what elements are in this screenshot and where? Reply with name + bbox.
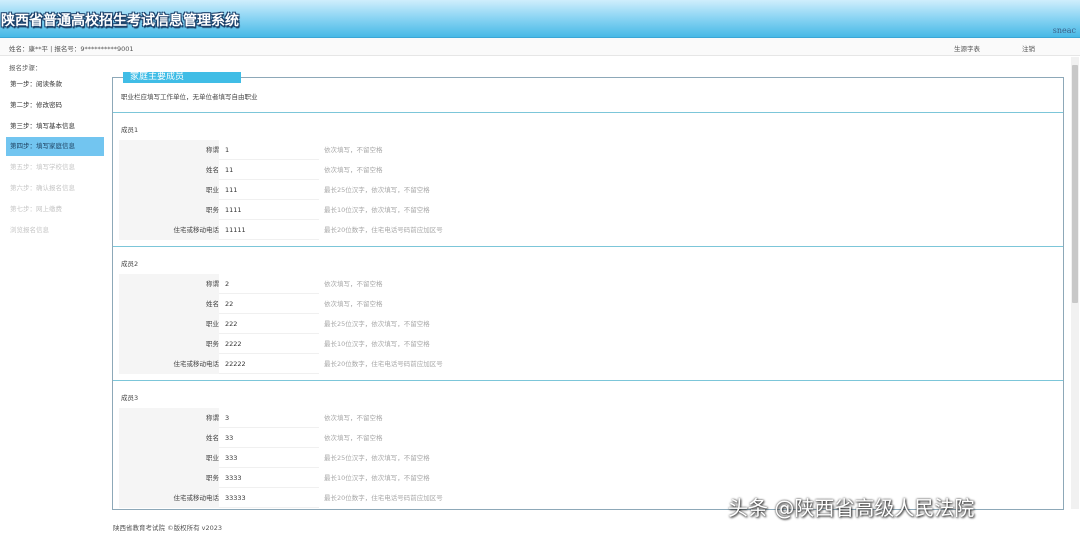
field-row-title: 称谓 3 依次填写，不留空格	[113, 408, 1063, 428]
member3-name-input[interactable]: 33	[219, 428, 319, 448]
field-label: 住宅或移动电话	[119, 488, 219, 508]
field-row-occupation: 职业 222 最长25位汉字，依次填写，不留空格	[113, 314, 1063, 334]
step-family-info[interactable]: 第四步：填写家庭信息	[6, 137, 104, 156]
field-hint: 依次填写，不留空格	[324, 280, 383, 288]
member3-occupation-input[interactable]: 333	[219, 448, 319, 468]
field-row-name: 姓名 33 依次填写，不留空格	[113, 428, 1063, 448]
member2-phone-input[interactable]: 22222	[219, 354, 319, 374]
member-block-2: 成员2 称谓 2 依次填写，不留空格 姓名 22 依次填写，不留空格 职业 22…	[113, 246, 1063, 380]
member3-title-input[interactable]: 3	[219, 408, 319, 428]
field-hint: 依次填写，不留空格	[324, 414, 383, 422]
field-label: 姓名	[119, 428, 219, 448]
field-hint: 最长20位数字，住宅电话号码前应加区号	[324, 226, 443, 234]
field-row-occupation: 职业 333 最长25位汉字，依次填写，不留空格	[113, 448, 1063, 468]
field-label: 职业	[119, 314, 219, 334]
scrollbar-thumb[interactable]	[1072, 65, 1078, 303]
field-hint: 最长10位汉字，依次填写，不留空格	[324, 474, 430, 482]
field-label: 住宅或移动电话	[119, 220, 219, 240]
field-label: 住宅或移动电话	[119, 354, 219, 374]
member3-position-input[interactable]: 3333	[219, 468, 319, 488]
panel-legend: 家庭主要成员	[123, 72, 241, 83]
member2-position-input[interactable]: 2222	[219, 334, 319, 354]
field-hint: 依次填写，不留空格	[324, 146, 383, 154]
field-hint: 依次填写，不留空格	[324, 300, 383, 308]
member-title: 成员3	[121, 394, 139, 402]
field-row-position: 职务 2222 最长10位汉字，依次填写，不留空格	[113, 334, 1063, 354]
field-row-name: 姓名 22 依次填写，不留空格	[113, 294, 1063, 314]
student-list-link[interactable]: 生源字表	[954, 43, 980, 53]
field-row-position: 职务 3333 最长10位汉字，依次填写，不留空格	[113, 468, 1063, 488]
member-title: 成员2	[121, 260, 139, 268]
member1-occupation-input[interactable]: 111	[219, 180, 319, 200]
field-hint: 最长20位数字，住宅电话号码前应加区号	[324, 494, 443, 502]
family-members-panel: 职业栏应填写工作单位，无单位者填写自由职业 成员1 称谓 1 依次填写，不留空格…	[112, 77, 1064, 510]
step-basic-info[interactable]: 第三步：填写基本信息	[6, 117, 104, 136]
member1-name-input[interactable]: 11	[219, 160, 319, 180]
step-online-payment: 第七步：网上缴费	[10, 205, 62, 213]
member2-name-input[interactable]: 22	[219, 294, 319, 314]
field-label: 称谓	[119, 140, 219, 160]
panel-note: 职业栏应填写工作单位，无单位者填写自由职业	[121, 93, 258, 101]
step-school-info: 第五步：填写学校信息	[10, 163, 75, 171]
member-block-3: 成员3 称谓 3 依次填写，不留空格 姓名 33 依次填写，不留空格 职业 33…	[113, 380, 1063, 509]
field-label: 称谓	[119, 274, 219, 294]
logout-link[interactable]: 注销	[1022, 43, 1035, 53]
member-block-1: 成员1 称谓 1 依次填写，不留空格 姓名 11 依次填写，不留空格 职业 11…	[113, 112, 1063, 246]
banner-user-tag: sneac	[1052, 26, 1076, 35]
steps-sidebar: 报名步骤： 第一步：阅读条款 第二步：修改密码 第三步：填写基本信息 第四步：填…	[0, 56, 108, 256]
field-hint: 最长25位汉字，依次填写，不留空格	[324, 186, 430, 194]
step-confirm-info: 第六步：确认报名信息	[10, 184, 75, 192]
user-info-bar: 姓名：康**平 | 报名号：9**********9001 生源字表 注销	[0, 38, 1080, 56]
vertical-scrollbar[interactable]	[1071, 57, 1079, 509]
field-hint: 依次填写，不留空格	[324, 434, 383, 442]
member1-title-input[interactable]: 1	[219, 140, 319, 160]
field-label: 职务	[119, 468, 219, 488]
system-title: 陕西省普通高校招生考试信息管理系统	[1, 13, 239, 29]
field-row-phone: 住宅或移动电话 22222 最长20位数字，住宅电话号码前应加区号	[113, 354, 1063, 374]
field-row-name: 姓名 11 依次填写，不留空格	[113, 160, 1063, 180]
field-hint: 最长25位汉字，依次填写，不留空格	[324, 454, 430, 462]
field-hint: 最长20位数字，住宅电话号码前应加区号	[324, 360, 443, 368]
field-label: 职业	[119, 448, 219, 468]
field-hint: 依次填写，不留空格	[324, 166, 383, 174]
step-read-terms[interactable]: 第一步：阅读条款	[6, 75, 104, 94]
field-label: 职务	[119, 334, 219, 354]
field-hint: 最长25位汉字，依次填写，不留空格	[324, 320, 430, 328]
step-change-password[interactable]: 第二步：修改密码	[6, 96, 104, 115]
field-label: 姓名	[119, 294, 219, 314]
field-label: 称谓	[119, 408, 219, 428]
step-browse-info: 浏览报名信息	[10, 226, 49, 234]
member2-title-input[interactable]: 2	[219, 274, 319, 294]
field-row-title: 称谓 1 依次填写，不留空格	[113, 140, 1063, 160]
field-row-title: 称谓 2 依次填写，不留空格	[113, 274, 1063, 294]
member1-position-input[interactable]: 1111	[219, 200, 319, 220]
member3-phone-input[interactable]: 33333	[219, 488, 319, 508]
field-label: 职业	[119, 180, 219, 200]
field-label: 姓名	[119, 160, 219, 180]
field-row-occupation: 职业 111 最长25位汉字，依次填写，不留空格	[113, 180, 1063, 200]
steps-label: 报名步骤：	[9, 64, 42, 72]
watermark-text: 头条 @陕西省高级人民法院	[728, 496, 975, 520]
field-hint: 最长10位汉字，依次填写，不留空格	[324, 340, 430, 348]
footer-copyright: 陕西省教育考试院 ©版权所有 v2023	[113, 524, 223, 532]
field-row-phone: 住宅或移动电话 11111 最长20位数字，住宅电话号码前应加区号	[113, 220, 1063, 240]
field-hint: 最长10位汉字，依次填写，不留空格	[324, 206, 430, 214]
member1-phone-input[interactable]: 11111	[219, 220, 319, 240]
header-banner: 陕西省普通高校招生考试信息管理系统 sneac	[0, 0, 1080, 38]
user-info-text: 姓名：康**平 | 报名号：9**********9001	[9, 45, 134, 53]
member2-occupation-input[interactable]: 222	[219, 314, 319, 334]
field-label: 职务	[119, 200, 219, 220]
member-title: 成员1	[121, 126, 139, 134]
field-row-position: 职务 1111 最长10位汉字，依次填写，不留空格	[113, 200, 1063, 220]
